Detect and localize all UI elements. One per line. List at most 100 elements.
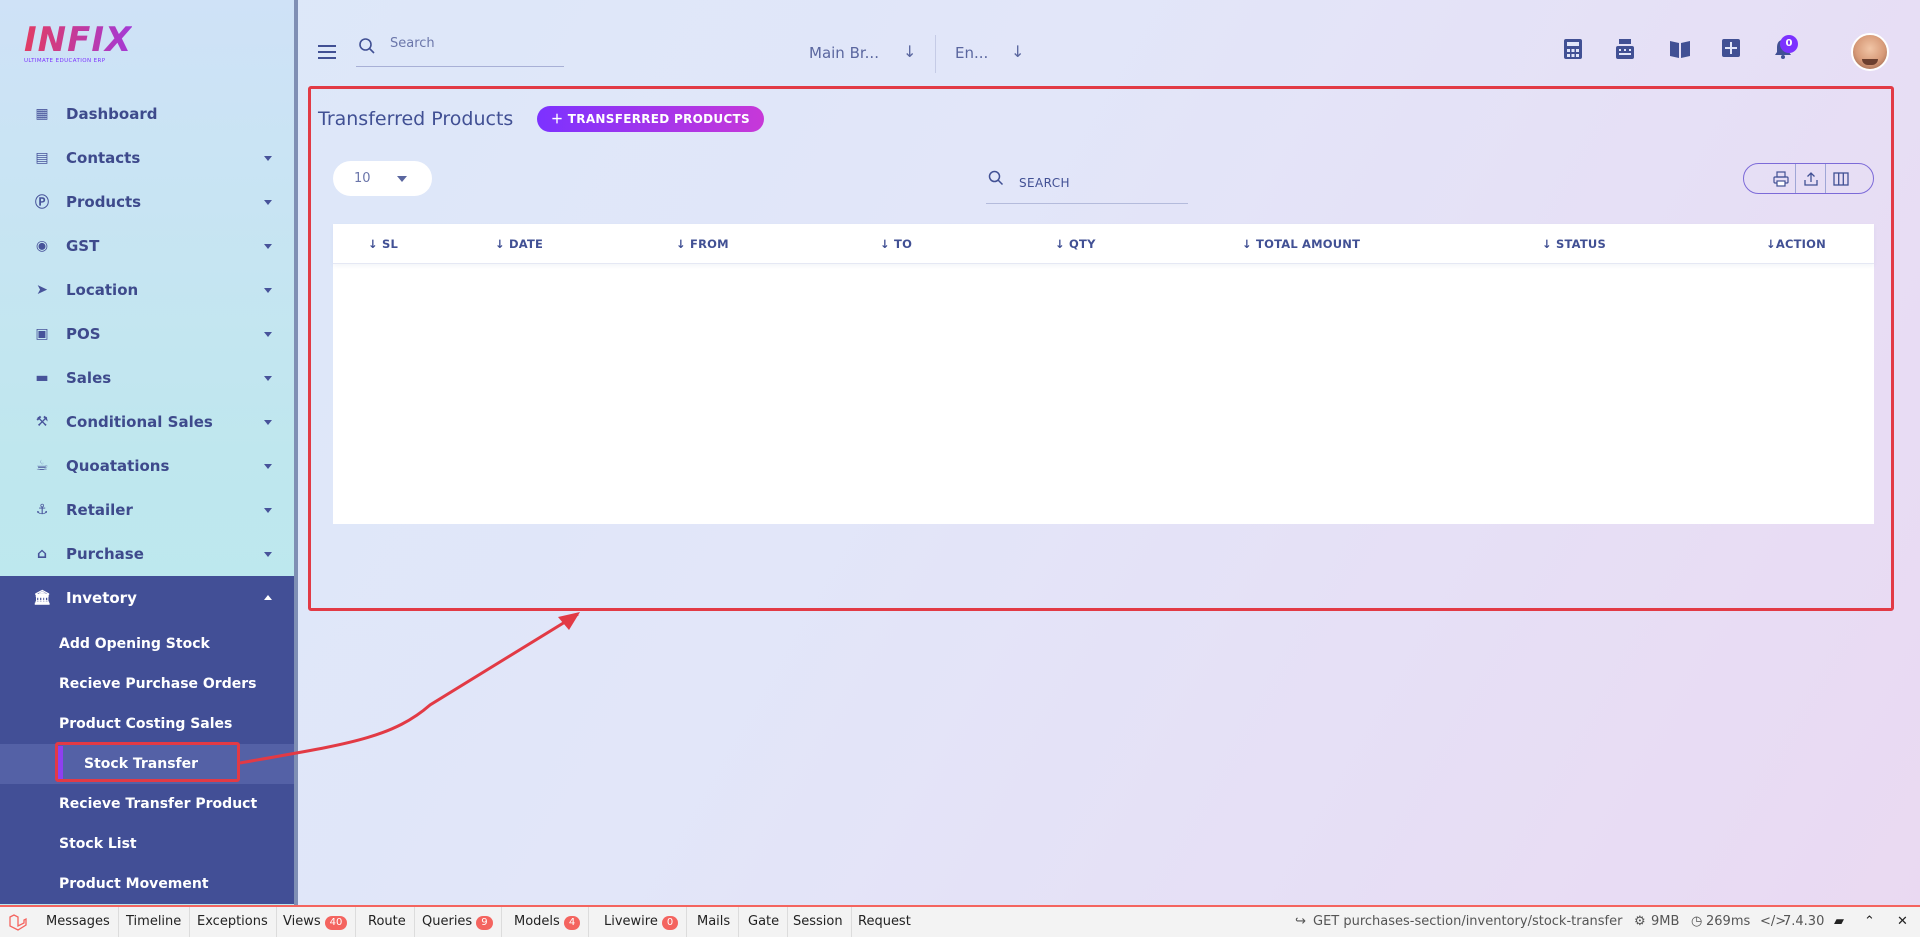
debug-tab-label: Route [368, 914, 406, 929]
debug-tab-livewire[interactable]: Livewire 0 [596, 907, 688, 937]
debug-tab-label: Messages [46, 914, 110, 929]
debug-tab-request[interactable]: Request [850, 907, 919, 937]
page-title: Transferred Products [318, 108, 514, 130]
debug-tab-queries[interactable]: Queries 9 [414, 907, 502, 937]
sidebar-item-dashboard[interactable]: ▦ Dashboard [0, 92, 294, 136]
pos-icon: ▣ [35, 326, 49, 342]
debug-count-badge: 4 [563, 916, 581, 930]
sidebar-item-sales[interactable]: ▬ Sales [0, 356, 294, 400]
cash-register-icon[interactable] [1614, 38, 1636, 60]
sidebar-item-label: Quoatations [66, 457, 170, 475]
column-header-qty[interactable]: ↓ QTY [1055, 237, 1096, 251]
retailer-icon: ⚓ [35, 502, 49, 518]
sidebar-item-label: GST [66, 237, 100, 255]
column-header-from[interactable]: ↓ FROM [676, 237, 729, 251]
columns-icon[interactable] [1826, 164, 1856, 193]
submenu-item-product-costing-sales[interactable]: Product Costing Sales [0, 704, 294, 744]
folder-icon[interactable]: ▰ [1834, 907, 1844, 937]
submenu-item-stock-list[interactable]: Stock List [0, 824, 294, 864]
submenu-item-label: Stock List [59, 836, 137, 852]
sidebar-item-conditional-sales[interactable]: ⚒ Conditional Sales [0, 400, 294, 444]
debug-tab-models[interactable]: Models 4 [506, 907, 590, 937]
sidebar-item-label: Purchase [66, 545, 144, 563]
debug-tab-messages[interactable]: Messages [38, 907, 119, 937]
sidebar-item-pos[interactable]: ▣ POS [0, 312, 294, 356]
sidebar-item-label: Conditional Sales [66, 413, 213, 431]
top-search-input[interactable]: Search [356, 32, 564, 67]
book-icon[interactable] [1668, 38, 1690, 60]
calculator-icon[interactable] [1563, 38, 1585, 60]
submenu-item-recieve-transfer-product[interactable]: Recieve Transfer Product [0, 784, 294, 824]
sidebar-scrollbar[interactable] [294, 0, 298, 905]
debug-tab-label: Request [858, 914, 911, 929]
column-header-to[interactable]: ↓ TO [880, 237, 912, 251]
caret-down-icon [264, 244, 272, 249]
sidebar-item-label: Retailer [66, 501, 133, 519]
debug-tab-route[interactable]: Route [360, 907, 415, 937]
submenu-item-recieve-purchase-orders[interactable]: Recieve Purchase Orders [0, 664, 294, 704]
debug-tab-gate[interactable]: Gate [740, 907, 789, 937]
plus-icon: ＋ [551, 112, 564, 126]
debug-tab-views[interactable]: Views 40 [275, 907, 357, 937]
branch-select[interactable]: Main Br... [809, 44, 879, 62]
debug-count-badge: 40 [324, 916, 348, 930]
submenu-item-add-opening-stock[interactable]: Add Opening Stock [0, 624, 294, 664]
bank-icon: 🏛 [33, 590, 51, 606]
debug-tab-label: Models [514, 914, 560, 929]
caret-down-icon [264, 420, 272, 425]
caret-down-icon [264, 288, 272, 293]
sidebar-item-inventory[interactable]: 🏛 Invetory [0, 576, 294, 620]
sidebar-item-contacts[interactable]: ▤ Contacts [0, 136, 294, 180]
debug-tab-label: Views [283, 914, 321, 929]
logo-text: INFIX [24, 20, 133, 60]
column-header-label: QTY [1069, 237, 1096, 251]
sidebar-item-label: Dashboard [66, 105, 158, 123]
sidebar-item-label: Invetory [66, 589, 137, 607]
logo[interactable]: INFIX ULTIMATE EDUCATION ERP [24, 22, 132, 64]
sidebar-item-gst[interactable]: ◉ GST [0, 224, 294, 268]
sidebar-item-label: Products [66, 193, 142, 211]
laravel-logo-icon[interactable] [8, 914, 28, 936]
user-avatar[interactable] [1851, 33, 1889, 71]
menu-toggle-icon[interactable] [318, 45, 336, 59]
table-search-input[interactable]: SEARCH [986, 168, 1188, 204]
sidebar-item-products[interactable]: Ⓟ Products [0, 180, 294, 224]
arrow-down-icon[interactable]: ↓ [1011, 42, 1024, 61]
table-search-placeholder: SEARCH [1019, 176, 1070, 190]
column-header-total-amount[interactable]: ↓ TOTAL AMOUNT [1242, 237, 1360, 251]
caret-down-icon [264, 508, 272, 513]
debug-tab-mails[interactable]: Mails [689, 907, 740, 937]
debug-tab-session[interactable]: Session [785, 907, 852, 937]
arrow-down-icon[interactable]: ↓ [903, 42, 916, 61]
column-header-date[interactable]: ↓ DATE [495, 237, 543, 251]
submenu-item-stock-transfer[interactable]: Stock Transfer [0, 744, 294, 784]
column-header-action[interactable]: ↓ACTION [1766, 237, 1826, 251]
request-route[interactable]: GET purchases-section/inventory/stock-tr… [1313, 907, 1622, 937]
chevron-up-icon[interactable]: ⌃ [1864, 907, 1875, 937]
search-placeholder: Search [390, 36, 435, 51]
plus-square-icon[interactable] [1721, 38, 1743, 60]
debug-tab-label: Livewire [604, 914, 658, 929]
add-transferred-products-button[interactable]: ＋ TRANSFERRED PRODUCTS [537, 106, 764, 132]
export-icon[interactable] [1796, 164, 1826, 193]
caret-down-icon [264, 464, 272, 469]
debug-tab-label: Exceptions [197, 914, 268, 929]
sidebar-item-location[interactable]: ➤ Location [0, 268, 294, 312]
close-icon[interactable]: ✕ [1897, 907, 1908, 937]
sidebar-item-purchase[interactable]: ⌂ Purchase [0, 532, 294, 576]
column-header-sl[interactable]: ↓ SL [368, 237, 398, 251]
sidebar-item-quoatations[interactable]: ☕ Quoatations [0, 444, 294, 488]
debug-tab-label: Gate [748, 914, 780, 929]
sidebar-item-label: Sales [66, 369, 112, 387]
page-size-select[interactable]: 10 [333, 161, 432, 196]
debug-tab-timeline[interactable]: Timeline [118, 907, 191, 937]
column-header-status[interactable]: ↓ STATUS [1542, 237, 1606, 251]
column-header-label: DATE [509, 237, 544, 251]
print-icon[interactable] [1766, 164, 1796, 193]
submenu-item-product-movement[interactable]: Product Movement [0, 864, 294, 904]
language-select[interactable]: En... [955, 44, 988, 62]
data-table: ↓ SL ↓ DATE ↓ FROM ↓ TO ↓ QTY ↓ TOTAL AM… [333, 224, 1874, 524]
sidebar-item-label: POS [66, 325, 101, 343]
debug-tab-exceptions[interactable]: Exceptions [189, 907, 277, 937]
sidebar-item-retailer[interactable]: ⚓ Retailer [0, 488, 294, 532]
